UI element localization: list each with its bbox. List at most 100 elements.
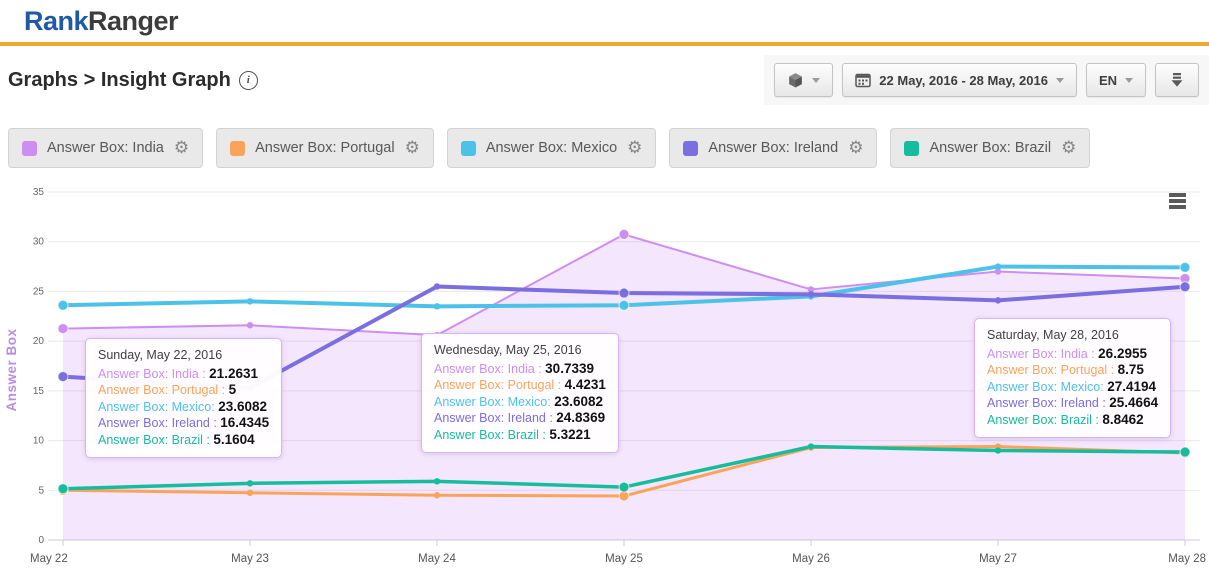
menu-icon: [1169, 199, 1186, 203]
tooltip-series-value: 23.6082: [554, 394, 603, 409]
app-header: RankRanger: [0, 0, 1209, 46]
x-axis-tick-label: May 26: [792, 553, 830, 565]
data-point-answer-box-brazil[interactable]: [58, 484, 68, 494]
tooltip-series-label: Answer Box: Brazil :: [987, 413, 1102, 427]
y-axis-tick-label: 15: [33, 386, 45, 397]
data-point-answer-box-ireland[interactable]: [58, 372, 68, 382]
legend-row: Answer Box: India⚙Answer Box: Portugal⚙A…: [8, 128, 1201, 168]
data-point-answer-box-portugal[interactable]: [434, 492, 440, 498]
tooltip-series-label: Answer Box: Mexico:: [98, 400, 218, 414]
tooltip-series-label: Answer Box: Brazil :: [434, 428, 549, 442]
legend-answer-box-ireland[interactable]: Answer Box: Ireland ⚙: [669, 128, 877, 168]
y-axis-tick-label: 30: [33, 237, 45, 248]
tooltip-row: Answer Box: Mexico: 27.4194: [987, 379, 1158, 396]
language-dropdown-button[interactable]: EN: [1086, 63, 1146, 97]
data-point-answer-box-brazil[interactable]: [619, 482, 629, 492]
date-range-picker-button[interactable]: 22 May, 2016 - 28 May, 2016: [842, 63, 1077, 97]
download-icon: [1168, 71, 1186, 89]
tooltip-series-label: Answer Box: Ireland :: [98, 416, 220, 430]
gear-icon[interactable]: ⚙: [627, 140, 642, 157]
legend-swatch: [683, 141, 698, 156]
tooltip-series-label: Answer Box: Brazil :: [98, 433, 213, 447]
data-point-answer-box-ireland[interactable]: [808, 291, 814, 297]
info-icon[interactable]: i: [239, 71, 258, 90]
chart-tooltip-may-22: Sunday, May 22, 2016Answer Box: India : …: [85, 338, 282, 458]
tooltip-row: Answer Box: India : 30.7339: [434, 361, 606, 378]
x-axis-tick-label: May 25: [605, 553, 643, 565]
toolbar: 22 May, 2016 - 28 May, 2016 EN: [764, 55, 1209, 105]
data-point-answer-box-brazil[interactable]: [995, 447, 1001, 453]
x-axis-tick-label: May 27: [979, 553, 1017, 565]
tooltip-series-label: Answer Box: Portugal :: [987, 363, 1118, 377]
data-point-answer-box-portugal[interactable]: [247, 490, 253, 496]
chart-tooltip-may-25: Wednesday, May 25, 2016Answer Box: India…: [421, 333, 619, 453]
tooltip-series-label: Answer Box: India :: [987, 347, 1098, 361]
legend-swatch: [230, 141, 245, 156]
tooltip-row: Answer Box: Mexico: 23.6082: [98, 399, 269, 416]
x-axis-tick-label: May 23: [231, 553, 269, 565]
x-axis-tick-label: May 24: [418, 553, 456, 565]
data-point-answer-box-brazil[interactable]: [434, 478, 440, 484]
data-point-answer-box-ireland[interactable]: [434, 283, 440, 289]
data-point-answer-box-ireland[interactable]: [1180, 282, 1190, 292]
tooltip-row: Answer Box: Ireland : 25.4664: [987, 395, 1158, 412]
legend-answer-box-portugal[interactable]: Answer Box: Portugal⚙: [216, 128, 434, 168]
rankranger-logo[interactable]: RankRanger: [24, 6, 178, 37]
legend-label: Answer Box: Brazil: [929, 140, 1051, 156]
gear-icon[interactable]: ⚙: [1061, 140, 1076, 157]
data-point-answer-box-brazil[interactable]: [808, 443, 814, 449]
y-axis-title: Answer Box: [4, 328, 19, 411]
legend-label: Answer Box: Mexico: [486, 140, 617, 156]
legend-label: Answer Box: India: [47, 140, 164, 156]
data-point-answer-box-brazil[interactable]: [247, 480, 253, 486]
tooltip-series-value: 23.6082: [218, 399, 267, 414]
data-point-answer-box-mexico[interactable]: [247, 298, 253, 304]
cube-icon: [787, 72, 804, 89]
tooltip-series-label: Answer Box: Ireland :: [987, 396, 1109, 410]
legend-answer-box-mexico[interactable]: Answer Box: Mexico ⚙: [447, 128, 657, 168]
tooltip-series-label: Answer Box: Portugal :: [434, 378, 565, 392]
tooltip-series-label: Answer Box: Ireland :: [434, 411, 556, 425]
x-axis-tick-label: May 22: [30, 553, 68, 565]
legend-answer-box-brazil[interactable]: Answer Box: Brazil ⚙: [890, 128, 1090, 168]
tooltip-series-value: 8.8462: [1102, 412, 1143, 427]
page-title: Graphs > Insight Graph: [8, 69, 231, 92]
download-button[interactable]: [1155, 63, 1199, 97]
chart-context-menu-button[interactable]: [1167, 191, 1188, 211]
data-point-answer-box-brazil[interactable]: [1180, 447, 1190, 457]
tooltip-date: Sunday, May 22, 2016: [98, 347, 269, 364]
data-point-answer-box-ireland[interactable]: [619, 288, 629, 298]
data-point-answer-box-india[interactable]: [247, 322, 253, 328]
tooltip-row: Answer Box: Portugal : 4.4231: [434, 377, 606, 394]
menu-icon: [1169, 205, 1186, 209]
tooltip-series-label: Answer Box: Portugal :: [98, 383, 229, 397]
legend-label: Answer Box: Ireland: [708, 140, 838, 156]
tooltip-series-label: Answer Box: Mexico:: [434, 395, 554, 409]
chart-tooltip-may-28: Saturday, May 28, 2016 Answer Box: India …: [974, 318, 1171, 438]
tooltip-series-label: Answer Box: India :: [434, 362, 545, 376]
tooltip-series-value: 5.1604: [213, 432, 254, 447]
data-point-answer-box-mexico[interactable]: [58, 300, 68, 310]
tooltip-row: Answer Box: Brazil : 5.3221: [434, 427, 606, 444]
data-point-answer-box-mexico[interactable]: [619, 300, 629, 310]
data-point-answer-box-mexico[interactable]: [434, 303, 440, 309]
gear-icon[interactable]: ⚙: [848, 140, 863, 157]
tooltip-row: Answer Box: Ireland : 16.4345: [98, 415, 269, 432]
tooltip-series-value: 21.2631: [209, 366, 258, 381]
data-point-answer-box-india[interactable]: [58, 324, 68, 334]
data-point-answer-box-mexico[interactable]: [1180, 262, 1190, 272]
legend-answer-box-india[interactable]: Answer Box: India ⚙: [8, 128, 203, 168]
data-point-answer-box-mexico[interactable]: [995, 263, 1001, 269]
data-point-answer-box-ireland[interactable]: [995, 297, 1001, 303]
gear-icon[interactable]: ⚙: [405, 140, 420, 157]
y-axis-tick-label: 5: [38, 485, 44, 496]
info-glyph: i: [247, 74, 250, 86]
tooltip-series-label: Answer Box: Mexico:: [987, 380, 1107, 394]
legend-swatch: [461, 141, 476, 156]
gear-icon[interactable]: ⚙: [174, 140, 189, 157]
tooltip-series-value: 16.4345: [220, 415, 269, 430]
tooltip-date: Saturday, May 28, 2016: [987, 327, 1158, 344]
data-point-answer-box-india[interactable]: [619, 229, 629, 239]
tooltip-series-value: 30.7339: [545, 361, 594, 376]
package-selector-button[interactable]: [774, 63, 833, 97]
